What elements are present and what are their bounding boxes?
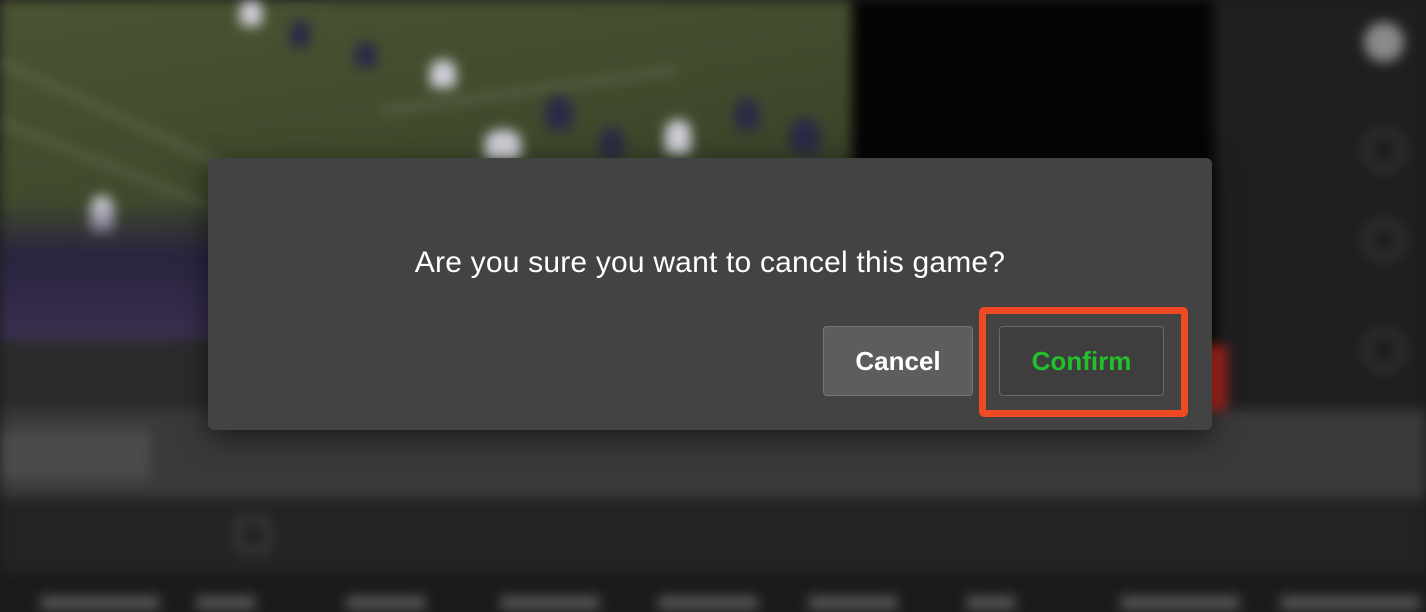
app-window: Are you sure you want to cancel this gam…: [0, 0, 1426, 612]
circle-icon: [1364, 22, 1404, 62]
cancel-button[interactable]: Cancel: [823, 326, 973, 396]
dialog-message: Are you sure you want to cancel this gam…: [414, 246, 1006, 279]
circle-icon: [1364, 330, 1404, 370]
confirm-dialog: Are you sure you want to cancel this gam…: [208, 158, 1212, 430]
tab-bar: [0, 498, 1426, 574]
confirm-button[interactable]: Confirm: [999, 326, 1164, 396]
right-sidebar: [1214, 0, 1426, 410]
circle-icon: [1364, 220, 1404, 260]
document-icon: [236, 518, 270, 552]
circle-icon: [1364, 130, 1404, 170]
